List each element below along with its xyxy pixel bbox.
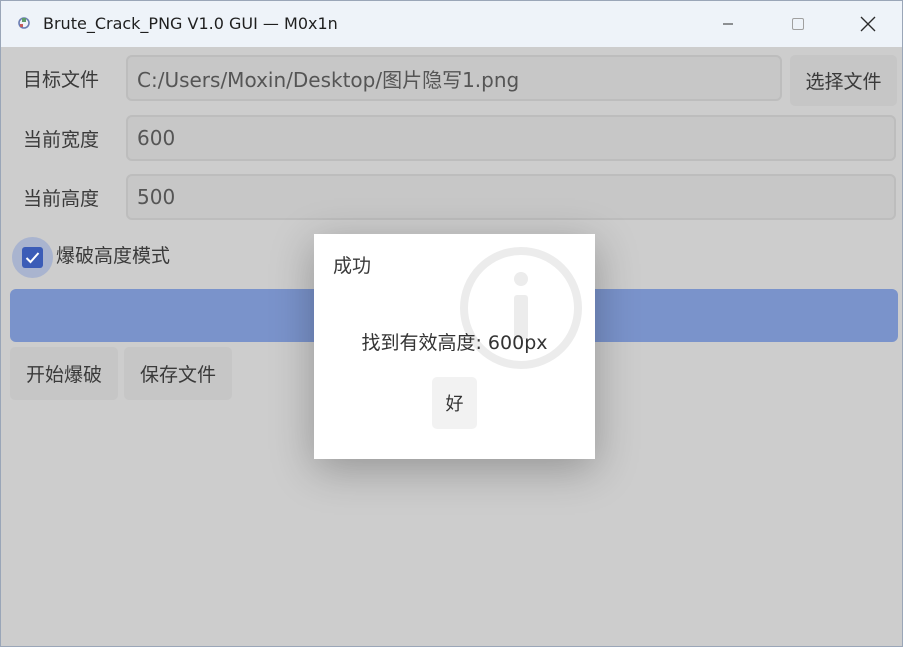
current-width-label: 当前宽度: [23, 129, 100, 151]
close-icon: [860, 16, 876, 32]
checkbox-box: [22, 247, 43, 268]
save-file-button[interactable]: 保存文件: [124, 347, 232, 400]
minimize-icon: [723, 23, 733, 25]
dialog-title: 成功: [333, 255, 372, 277]
success-dialog: 成功 找到有效高度: 600px 好: [314, 234, 595, 459]
current-height-input[interactable]: 500: [126, 174, 896, 220]
start-crack-button[interactable]: 开始爆破: [10, 347, 118, 400]
maximize-button[interactable]: [775, 1, 821, 47]
maximize-icon: [792, 18, 804, 30]
title-bar[interactable]: Brute_Crack_PNG V1.0 GUI — M0x1n: [1, 1, 902, 47]
target-file-label: 目标文件: [23, 69, 100, 91]
app-window: Brute_Crack_PNG V1.0 GUI — M0x1n 目标文件 C:…: [0, 0, 903, 647]
height-mode-label: 爆破高度模式: [56, 245, 171, 267]
close-button[interactable]: [845, 1, 891, 47]
height-mode-checkbox[interactable]: [12, 237, 53, 278]
current-height-label: 当前高度: [23, 188, 100, 210]
app-icon: [18, 17, 30, 29]
target-file-input[interactable]: C:/Users/Moxin/Desktop/图片隐写1.png: [126, 55, 782, 101]
minimize-button[interactable]: [705, 1, 751, 47]
current-width-input[interactable]: 600: [126, 115, 896, 161]
dialog-message: 找到有效高度: 600px: [361, 332, 548, 354]
ok-button[interactable]: 好: [432, 377, 477, 429]
checkmark-icon: [25, 252, 40, 264]
window-title: Brute_Crack_PNG V1.0 GUI — M0x1n: [43, 14, 338, 33]
choose-file-button[interactable]: 选择文件: [790, 55, 897, 106]
